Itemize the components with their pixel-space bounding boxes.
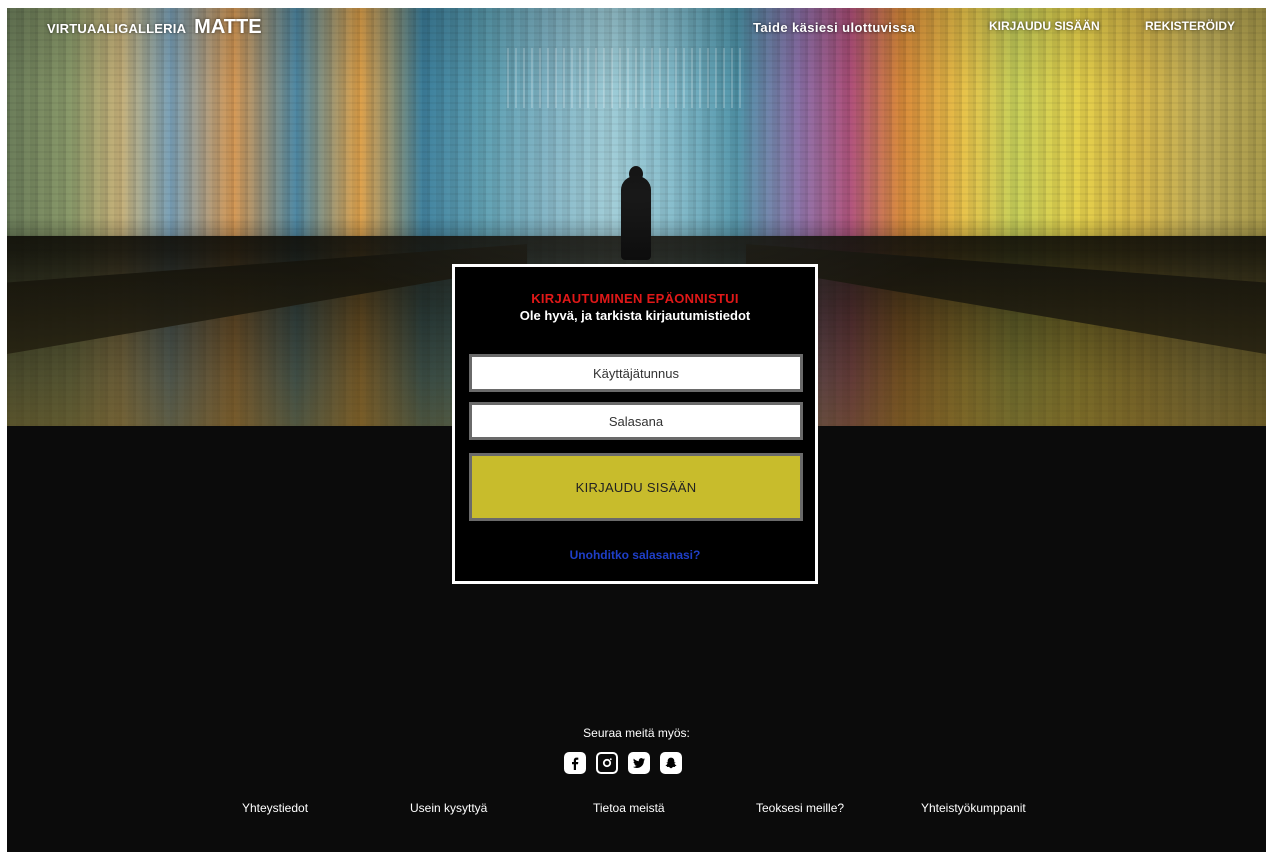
social-links [564, 752, 682, 774]
page-frame: VIRTUAALIGALLERIA MATTE Taide käsiesi ul… [7, 8, 1266, 852]
snapchat-icon[interactable] [660, 752, 682, 774]
nav-login-link[interactable]: KIRJAUDU SISÄÄN [989, 19, 1100, 33]
follow-us-label: Seuraa meitä myös: [583, 726, 690, 740]
facebook-icon[interactable] [564, 752, 586, 774]
tagline: Taide käsiesi ulottuvissa [753, 20, 916, 35]
footer-links: Yhteystiedot Usein kysyttyä Tietoa meist… [7, 801, 1266, 817]
forgot-password-link[interactable]: Unohditko salasanasi? [455, 548, 815, 562]
footer-link-partners[interactable]: Yhteistyökumppanit [921, 801, 1026, 815]
nav-register-link[interactable]: REKISTERÖIDY [1145, 19, 1235, 33]
brand-name: MATTE [194, 16, 262, 38]
brand-logo[interactable]: VIRTUAALIGALLERIA MATTE [47, 16, 262, 39]
footer-link-contact[interactable]: Yhteystiedot [242, 801, 308, 815]
login-error-message: Ole hyvä, ja tarkista kirjautumistiedot [519, 308, 751, 323]
password-input[interactable] [469, 402, 803, 440]
instagram-icon[interactable] [596, 752, 618, 774]
login-dialog: KIRJAUTUMINEN EPÄONNISTUI Ole hyvä, ja t… [452, 264, 818, 584]
top-bar: VIRTUAALIGALLERIA MATTE Taide käsiesi ul… [7, 8, 1266, 46]
footer-link-about[interactable]: Tietoa meistä [593, 801, 665, 815]
username-input[interactable] [469, 354, 803, 392]
login-submit-button[interactable]: KIRJAUDU SISÄÄN [469, 453, 803, 521]
login-error-title: KIRJAUTUMINEN EPÄONNISTUI [531, 291, 739, 306]
footer-link-faq[interactable]: Usein kysyttyä [410, 801, 487, 815]
twitter-icon[interactable] [628, 752, 650, 774]
footer-link-submit-artwork[interactable]: Teoksesi meille? [756, 801, 844, 815]
brand-prefix: VIRTUAALIGALLERIA [47, 21, 187, 36]
